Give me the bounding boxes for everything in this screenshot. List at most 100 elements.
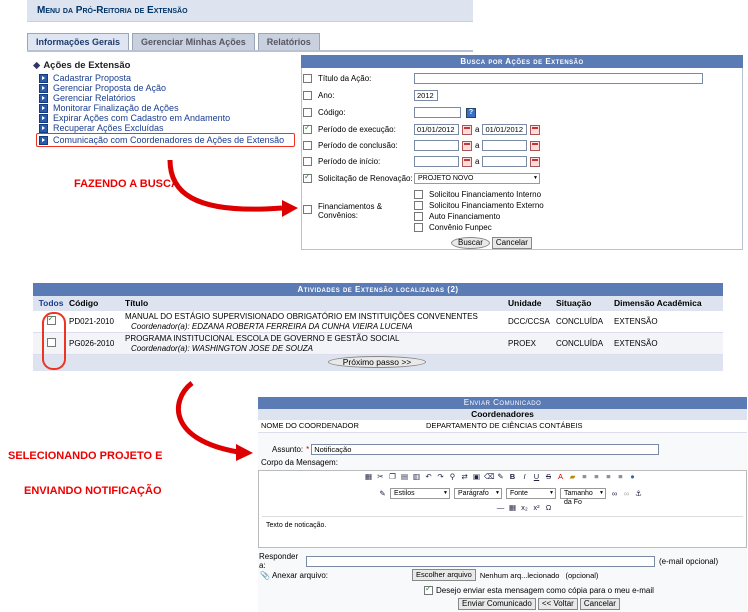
- checkbox-fin[interactable]: [414, 201, 423, 210]
- bg-color-icon[interactable]: ▰: [568, 472, 577, 481]
- align-right-icon[interactable]: ≡: [604, 472, 613, 481]
- checkbox-ano[interactable]: [303, 91, 312, 100]
- checkbox-periodo-conclusao[interactable]: [303, 141, 312, 150]
- source-icon[interactable]: ▦: [364, 472, 373, 481]
- checkbox-fin[interactable]: [414, 190, 423, 199]
- calendar-icon[interactable]: [462, 156, 472, 167]
- cell-situacao: CONCLUÍDA: [556, 339, 604, 348]
- checkbox-titulo[interactable]: [303, 74, 312, 83]
- help-icon[interactable]: ●: [628, 472, 637, 481]
- replace-icon[interactable]: ⇄: [460, 472, 469, 481]
- select-renovacao[interactable]: PROJETO NOVO: [414, 173, 540, 184]
- align-center-icon[interactable]: ≡: [592, 472, 601, 481]
- calendar-icon[interactable]: [530, 140, 541, 151]
- copy-row: Desejo enviar esta mensagem como cópia p…: [424, 584, 654, 595]
- style-icon[interactable]: ✎: [378, 489, 387, 498]
- cell-titulo-text: PROGRAMA INSTITUCIONAL ESCOLA DE GOVERNO…: [125, 333, 400, 343]
- input-codigo[interactable]: [414, 107, 461, 118]
- cut-icon[interactable]: ✂: [376, 472, 385, 481]
- input-conc-inicio[interactable]: [414, 140, 459, 151]
- fin-option[interactable]: Solicitou Financiamento Externo: [414, 200, 544, 211]
- unlink-icon[interactable]: ∞: [622, 489, 631, 498]
- subscript-icon[interactable]: x₂: [520, 503, 529, 512]
- strikethrough-icon[interactable]: S: [544, 472, 553, 481]
- cell-unidade: PROEX: [508, 339, 537, 348]
- justify-icon[interactable]: ≡: [616, 472, 625, 481]
- brush-icon[interactable]: ✎: [496, 472, 505, 481]
- cancel-search-button[interactable]: Cancelar: [491, 237, 532, 249]
- special-char-icon[interactable]: Ω: [544, 503, 553, 512]
- calendar-icon[interactable]: [530, 156, 541, 167]
- table-icon[interactable]: ▦: [508, 503, 517, 512]
- redo-icon[interactable]: ↷: [436, 472, 445, 481]
- corpo-label: Corpo da Mensagem:: [261, 458, 338, 467]
- fin-option[interactable]: Auto Financiamento: [414, 211, 544, 222]
- input-inicio-fim[interactable]: [482, 156, 528, 167]
- paperclip-icon: 📎: [260, 570, 270, 580]
- checkbox-periodo-inicio[interactable]: [303, 157, 312, 166]
- assunto-input[interactable]: Notificação: [311, 444, 660, 455]
- input-ano[interactable]: 2012: [414, 90, 438, 101]
- input-titulo[interactable]: [414, 73, 703, 84]
- underline-icon[interactable]: U: [532, 472, 541, 481]
- responder-input[interactable]: [306, 555, 655, 567]
- search-buttons: Buscar Cancelar: [451, 237, 534, 249]
- search-button[interactable]: Buscar: [451, 237, 490, 249]
- calendar-icon[interactable]: [530, 124, 541, 135]
- checkbox-financiamentos[interactable]: [303, 205, 312, 214]
- input-exec-inicio[interactable]: 01/01/2012: [414, 124, 459, 135]
- fin-option-label: Solicitou Financiamento Externo: [429, 201, 544, 210]
- row-renovacao: Solicitação de Renovação: PROJETO NOVO: [303, 172, 741, 184]
- input-exec-fim[interactable]: 01/01/2012: [482, 124, 528, 135]
- editor-toolbar-3: — ▦ x₂ x² Ω: [496, 503, 556, 512]
- help-icon[interactable]: ?: [466, 107, 476, 118]
- anchor-icon[interactable]: ⚓: [634, 489, 643, 498]
- next-step-button[interactable]: Próximo passo >>: [327, 356, 427, 368]
- paste-text-icon[interactable]: ▥: [412, 472, 421, 481]
- col-todos[interactable]: Todos: [33, 296, 69, 311]
- rule-icon[interactable]: —: [496, 503, 505, 512]
- responder-row: Responder a: (e-mail opcional): [258, 552, 718, 570]
- paste-icon[interactable]: ▤: [400, 472, 409, 481]
- annotation-select-project: SELECIONANDO PROJETO E: [8, 450, 163, 462]
- calendar-icon[interactable]: [462, 124, 472, 135]
- text-color-icon[interactable]: A: [556, 472, 565, 481]
- select-estilos[interactable]: Estilos: [390, 488, 450, 499]
- checkbox-codigo[interactable]: [303, 108, 312, 117]
- back-button[interactable]: << Voltar: [537, 598, 578, 610]
- cancel-notice-button[interactable]: Cancelar: [579, 598, 620, 610]
- col-situacao: Situação: [556, 298, 592, 308]
- cell-coordenador: Coordenador(a): WASHINGTON JOSE DE SOUZA: [131, 343, 313, 353]
- select-all-icon[interactable]: ▣: [472, 472, 481, 481]
- editor-toolbar-2: ✎ Estilos Parágrafo Fonte Tamanho da Fo …: [378, 488, 646, 506]
- remove-format-icon[interactable]: ⌫: [484, 472, 495, 481]
- fin-option[interactable]: Solicitou Financiamento Interno: [414, 189, 544, 200]
- fin-option[interactable]: Convênio Funpec: [414, 222, 544, 233]
- send-notice-button[interactable]: Enviar Comunicado: [458, 598, 536, 610]
- bold-icon[interactable]: B: [508, 472, 517, 481]
- input-inicio-inicio[interactable]: [414, 156, 459, 167]
- find-icon[interactable]: ⚲: [448, 472, 457, 481]
- italic-icon[interactable]: I: [520, 472, 529, 481]
- checkbox-fin[interactable]: [414, 223, 423, 232]
- undo-icon[interactable]: ↶: [424, 472, 433, 481]
- select-paragrafo[interactable]: Parágrafo: [454, 488, 502, 499]
- checkbox-renovacao[interactable]: [303, 172, 312, 183]
- align-left-icon[interactable]: ≡: [580, 472, 589, 481]
- email-hint: (e-mail opcional): [659, 556, 719, 566]
- calendar-icon[interactable]: [462, 140, 472, 151]
- checkbox-periodo-execucao[interactable]: [303, 123, 312, 134]
- checkbox-fin[interactable]: [414, 212, 423, 221]
- choose-file-button[interactable]: Escolher arquivo: [411, 569, 476, 581]
- link-icon[interactable]: ∞: [610, 489, 619, 498]
- copy-checkbox[interactable]: [424, 584, 433, 595]
- superscript-icon[interactable]: x²: [532, 503, 541, 512]
- input-conc-fim[interactable]: [482, 140, 528, 151]
- select-fonte[interactable]: Fonte: [506, 488, 556, 499]
- assunto-row: Assunto: * Notificação: [258, 444, 660, 455]
- select-tamanho[interactable]: Tamanho da Fo: [560, 488, 606, 506]
- search-form-title: Busca por Ações de Extensão: [301, 55, 743, 68]
- col-codigo: Código: [69, 298, 99, 308]
- copy-icon[interactable]: ❐: [388, 472, 397, 481]
- editor-content[interactable]: Texto de noticação.: [262, 516, 743, 546]
